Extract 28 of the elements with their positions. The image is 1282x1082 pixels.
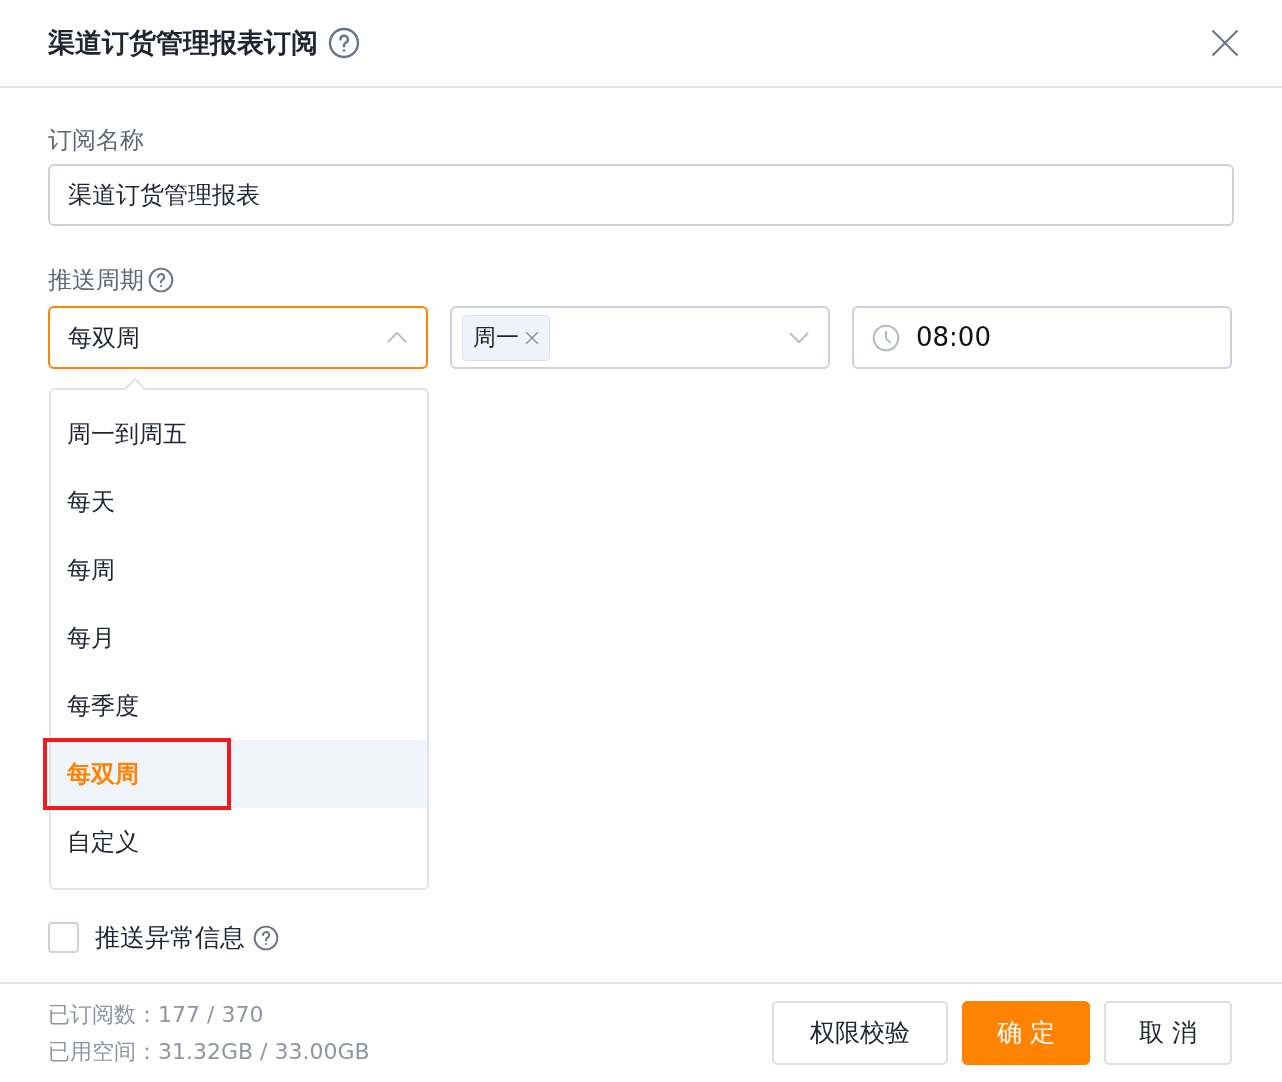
chevron-up-icon bbox=[386, 331, 408, 344]
weekday-tag: 周一 bbox=[462, 314, 550, 361]
period-select[interactable]: 每双周 bbox=[48, 306, 428, 369]
dropdown-option[interactable]: 自定义 bbox=[51, 808, 427, 876]
stat-text: 已订阅数：177 / 370 bbox=[48, 1001, 264, 1029]
clock-icon bbox=[872, 323, 900, 352]
secondary-button[interactable]: 权限校验 bbox=[772, 1001, 948, 1065]
time-input[interactable]: 08:00 bbox=[852, 306, 1232, 369]
help-icon[interactable] bbox=[148, 267, 174, 293]
dropdown-option[interactable]: 每月 bbox=[51, 604, 427, 672]
dropdown-option[interactable]: 每天 bbox=[51, 468, 427, 536]
field-label: 订阅名称 bbox=[48, 125, 144, 156]
dropdown-option[interactable]: 周一到周五 bbox=[51, 400, 427, 468]
stat-text: 已用空间：31.32GB / 33.00GB bbox=[48, 1038, 370, 1066]
help-icon[interactable] bbox=[253, 924, 279, 951]
help-icon[interactable] bbox=[328, 27, 360, 59]
dropdown-option[interactable]: 每周 bbox=[51, 536, 427, 604]
checkbox[interactable] bbox=[48, 922, 79, 954]
dialog-title: 渠道订货管理报表订阅 bbox=[48, 25, 318, 60]
checkbox-label: 推送异常信息 bbox=[95, 922, 245, 954]
weekday-select[interactable]: 周一 bbox=[450, 306, 830, 369]
secondary-button[interactable]: 取 消 bbox=[1104, 1001, 1232, 1065]
remove-icon[interactable] bbox=[525, 330, 539, 345]
field-label: 推送周期 bbox=[48, 265, 144, 296]
close-icon[interactable] bbox=[1210, 28, 1240, 58]
dropdown-option[interactable]: 每季度 bbox=[51, 672, 427, 740]
name-input[interactable]: 渠道订货管理报表 bbox=[48, 164, 1234, 226]
chevron-down-icon bbox=[788, 331, 810, 344]
